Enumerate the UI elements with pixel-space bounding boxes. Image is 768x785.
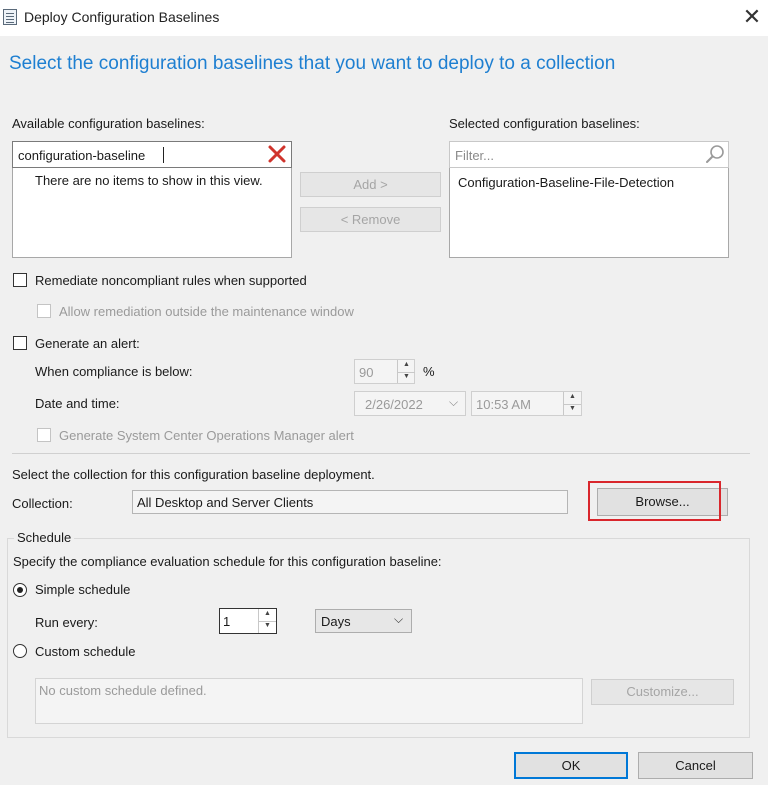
compliance-stepper[interactable]: 90 ▲ ▼ [354,359,415,384]
spin-down-icon[interactable]: ▼ [259,621,276,633]
selected-label: Selected configuration baselines: [449,116,640,131]
page-title: Select the configuration baselines that … [9,53,616,74]
simple-schedule-label: Simple schedule [35,582,131,597]
ok-button[interactable]: OK [514,752,628,779]
time-spin[interactable]: ▲ ▼ [563,392,581,415]
compliance-below-label: When compliance is below: [35,364,193,379]
collection-field: All Desktop and Server Clients [132,490,568,514]
generate-alert-checkbox[interactable] [13,336,27,350]
close-icon[interactable]: ✕ [738,4,766,32]
spin-down-icon[interactable]: ▼ [398,372,415,384]
dialog-icon [3,9,17,25]
available-label: Available configuration baselines: [12,116,205,131]
percent-label: % [423,364,435,379]
add-button[interactable]: Add > [300,172,441,197]
empty-list-text: There are no items to show in this view. [35,173,263,188]
allow-remediation-label: Allow remediation outside the maintenanc… [59,304,354,319]
remove-button[interactable]: < Remove [300,207,441,232]
available-search-input[interactable]: configuration-baseline [12,141,292,168]
schedule-instruction: Specify the compliance evaluation schedu… [13,554,442,569]
list-item[interactable]: Configuration-Baseline-File-Detection [458,175,674,190]
search-icon[interactable] [704,144,726,166]
clear-search-icon[interactable] [266,143,288,165]
date-time-label: Date and time: [35,396,120,411]
run-every-stepper[interactable]: 1 ▲ ▼ [219,608,277,634]
collection-label: Collection: [12,496,73,511]
date-value: 2/26/2022 [365,397,423,412]
text-caret [163,147,164,163]
collection-instruction: Select the collection for this configura… [12,467,375,482]
scom-alert-label: Generate System Center Operations Manage… [59,428,354,443]
simple-schedule-radio[interactable] [13,583,27,597]
window-title: Deploy Configuration Baselines [24,9,220,25]
custom-schedule-label: Custom schedule [35,644,136,659]
filter-placeholder: Filter... [455,148,495,163]
customize-button[interactable]: Customize... [591,679,734,705]
compliance-spin[interactable]: ▲ ▼ [397,360,415,383]
highlight-box [588,481,721,521]
run-every-value: 1 [223,614,231,629]
cancel-button[interactable]: Cancel [638,752,753,779]
time-value: 10:53 AM [476,397,531,412]
date-picker[interactable]: 2/26/2022 ⌵ [354,391,466,416]
compliance-value: 90 [359,365,374,380]
time-picker[interactable]: 10:53 AM ▲ ▼ [471,391,582,416]
custom-schedule-radio[interactable] [13,644,27,658]
chevron-down-icon[interactable]: ⌵ [394,612,403,627]
scom-alert-checkbox[interactable] [37,428,51,442]
filter-input[interactable]: Filter... [449,141,729,168]
unit-value: Days [321,614,351,629]
run-every-spin[interactable]: ▲ ▼ [258,609,276,633]
spin-down-icon[interactable]: ▼ [564,404,581,416]
custom-schedule-field: No custom schedule defined. [35,678,583,724]
generate-alert-label: Generate an alert: [35,336,140,351]
custom-schedule-text: No custom schedule defined. [39,683,207,698]
search-input-value: configuration-baseline [18,148,146,163]
divider [12,453,750,454]
run-every-label: Run every: [35,615,98,630]
remediate-checkbox[interactable] [13,273,27,287]
allow-remediation-checkbox[interactable] [37,304,51,318]
unit-select[interactable]: Days ⌵ [315,609,412,633]
schedule-group-label: Schedule [14,530,75,545]
chevron-down-icon[interactable]: ⌵ [449,395,458,410]
remediate-label: Remediate noncompliant rules when suppor… [35,273,307,288]
collection-value: All Desktop and Server Clients [137,495,314,510]
